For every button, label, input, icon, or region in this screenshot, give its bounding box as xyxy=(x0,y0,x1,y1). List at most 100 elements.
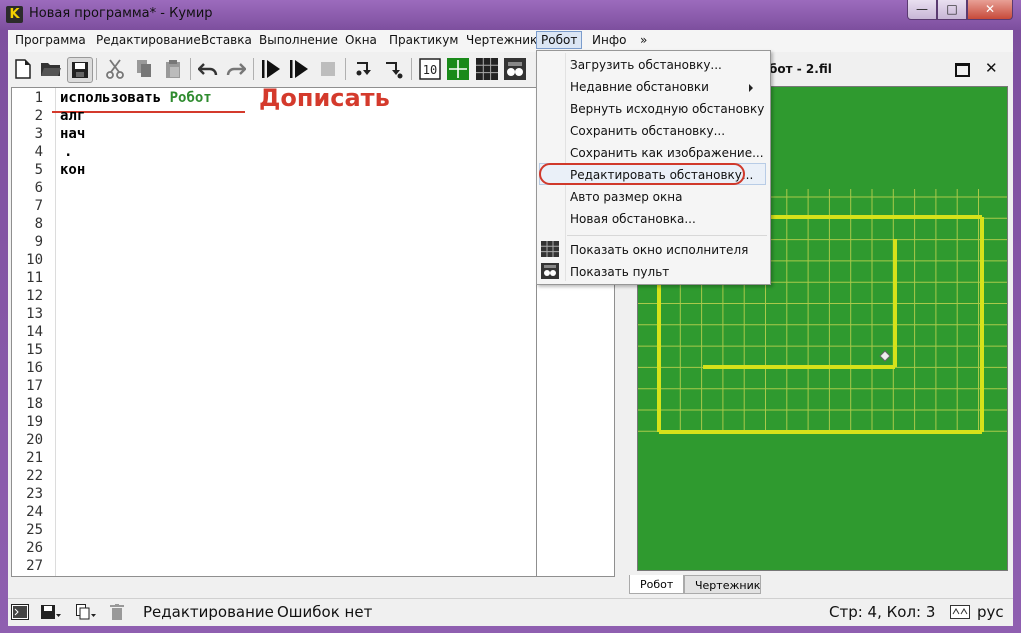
minimize-button[interactable]: — xyxy=(907,0,937,20)
toolbar-separator xyxy=(411,58,412,80)
code-editor[interactable]: 1 2 3 4 5 6 7 8 9 10 11 12 13 14 15 16 1… xyxy=(11,84,537,577)
line-number: 14 xyxy=(26,324,43,340)
menu-auto-window-size[interactable]: Авто размер окна xyxy=(570,190,682,204)
status-language[interactable]: рус xyxy=(977,603,1004,621)
menu-edit[interactable]: Редактирование xyxy=(92,33,205,47)
line-number: 7 xyxy=(34,198,43,214)
step-into-icon[interactable] xyxy=(353,57,377,81)
copy-icon[interactable] xyxy=(132,57,156,81)
menu-save-environment[interactable]: Сохранить обстановку... xyxy=(570,124,725,138)
undock-icon[interactable] xyxy=(955,63,970,77)
kumir-app-icon: K xyxy=(6,6,23,23)
step-out-icon[interactable] xyxy=(382,57,406,81)
toolbar-separator xyxy=(253,58,254,80)
toolbar-separator xyxy=(96,58,97,80)
executor-tabs: Робот Чертежник xyxy=(629,575,1013,597)
line-number: 23 xyxy=(26,486,43,502)
menu-robot[interactable]: Робот xyxy=(536,31,583,49)
window-controls: — □ ✕ xyxy=(907,0,1013,20)
save-menu-icon[interactable] xyxy=(41,603,61,621)
robot-window-icon xyxy=(541,241,559,257)
code-line-5[interactable]: кон xyxy=(60,162,85,178)
toolbar-separator xyxy=(190,58,191,80)
menu-run[interactable]: Выполнение xyxy=(255,33,342,47)
copy-menu-icon[interactable] xyxy=(76,603,96,621)
robot-grid-icon[interactable] xyxy=(475,57,499,81)
client-area: Программа Редактирование Вставка Выполне… xyxy=(8,30,1013,626)
robot-remote-icon[interactable] xyxy=(503,57,527,81)
console-icon[interactable] xyxy=(10,603,30,621)
line-number: 20 xyxy=(26,432,43,448)
status-mode: Редактирование xyxy=(143,603,274,621)
keyword-use: использовать xyxy=(60,90,162,106)
status-errors: Ошибок нет xyxy=(277,603,373,621)
line-number: 13 xyxy=(26,306,43,322)
run-step-icon[interactable] xyxy=(287,57,311,81)
window-title: Новая программа* - Кумир xyxy=(29,6,213,21)
line-number: 1 xyxy=(34,90,43,106)
cut-icon[interactable] xyxy=(103,57,127,81)
line-number: 27 xyxy=(26,558,43,574)
line-number: 25 xyxy=(26,522,43,538)
menu-reset-environment[interactable]: Вернуть исходную обстановку xyxy=(570,102,764,116)
undo-icon[interactable] xyxy=(196,57,220,81)
remote-control-icon xyxy=(541,263,559,279)
new-file-icon[interactable] xyxy=(11,57,35,81)
main-window: K Новая программа* - Кумир — □ ✕ Програм… xyxy=(0,0,1021,633)
menu-recent-environments[interactable]: Недавние обстановки xyxy=(570,80,709,94)
menu-info[interactable]: Инфо xyxy=(588,33,630,47)
menu-draftsman[interactable]: Чертежник xyxy=(462,33,541,47)
line-number: 3 xyxy=(34,126,43,142)
tab-robot[interactable]: Робот xyxy=(629,575,684,594)
line-number: 26 xyxy=(26,540,43,556)
menu-program[interactable]: Программа xyxy=(11,33,90,47)
red-oval-annotation xyxy=(539,163,745,185)
menu-more-chevron[interactable]: » xyxy=(636,33,651,47)
run-icon[interactable] xyxy=(259,57,283,81)
menu-show-remote[interactable]: Показать пульт xyxy=(570,265,669,279)
code-line-1[interactable]: использовать Робот xyxy=(60,90,212,106)
draw-grid-icon[interactable] xyxy=(446,57,470,81)
menu-bar: Программа Редактирование Вставка Выполне… xyxy=(8,30,1013,52)
svg-text:10: 10 xyxy=(423,63,437,77)
code-line-4[interactable]: . xyxy=(64,144,72,160)
line-number-gutter: 1 2 3 4 5 6 7 8 9 10 11 12 13 14 15 16 1… xyxy=(12,88,56,576)
title-bar: K Новая программа* - Кумир — □ ✕ xyxy=(0,0,1021,30)
close-panel-icon[interactable]: ✕ xyxy=(985,59,998,77)
stop-icon[interactable] xyxy=(316,57,340,81)
close-button[interactable]: ✕ xyxy=(967,0,1013,20)
toolbar-separator xyxy=(345,58,346,80)
code-line-2[interactable]: алг xyxy=(60,108,85,124)
keyboard-layout-icon[interactable] xyxy=(950,603,970,621)
line-number: 4 xyxy=(34,144,43,160)
paste-icon[interactable] xyxy=(161,57,185,81)
line-number: 21 xyxy=(26,450,43,466)
annotation-text: Дописать xyxy=(259,84,390,112)
menu-save-as-image[interactable]: Сохранить как изображение... xyxy=(570,146,764,160)
code-line-3[interactable]: нач xyxy=(60,126,85,142)
maximize-button[interactable]: □ xyxy=(937,0,967,20)
line-number: 18 xyxy=(26,396,43,412)
open-folder-icon[interactable] xyxy=(39,57,63,81)
line-number: 16 xyxy=(26,360,43,376)
status-bar: Редактирование Ошибок нет Стр: 4, Кол: 3… xyxy=(8,598,1013,626)
line-number: 6 xyxy=(34,180,43,196)
save-icon[interactable] xyxy=(67,57,93,83)
submenu-arrow-icon xyxy=(749,84,753,92)
tab-draftsman[interactable]: Чертежник xyxy=(684,575,761,594)
status-cursor-position: Стр: 4, Кол: 3 xyxy=(829,603,936,621)
counter-10-icon[interactable]: 10 xyxy=(418,57,442,81)
line-number: 2 xyxy=(34,108,43,124)
menu-new-environment[interactable]: Новая обстановка... xyxy=(570,212,696,226)
menu-practicum[interactable]: Практикум xyxy=(385,33,462,47)
menu-insert[interactable]: Вставка xyxy=(197,33,256,47)
line-number: 11 xyxy=(26,270,43,286)
trash-icon[interactable] xyxy=(107,603,127,621)
redo-icon[interactable] xyxy=(224,57,248,81)
menu-windows[interactable]: Окна xyxy=(341,33,381,47)
menu-show-executor-window[interactable]: Показать окно исполнителя xyxy=(570,243,748,257)
line-number: 10 xyxy=(26,252,43,268)
line-number: 15 xyxy=(26,342,43,358)
line-number: 5 xyxy=(34,162,43,178)
menu-load-environment[interactable]: Загрузить обстановку... xyxy=(570,58,722,72)
